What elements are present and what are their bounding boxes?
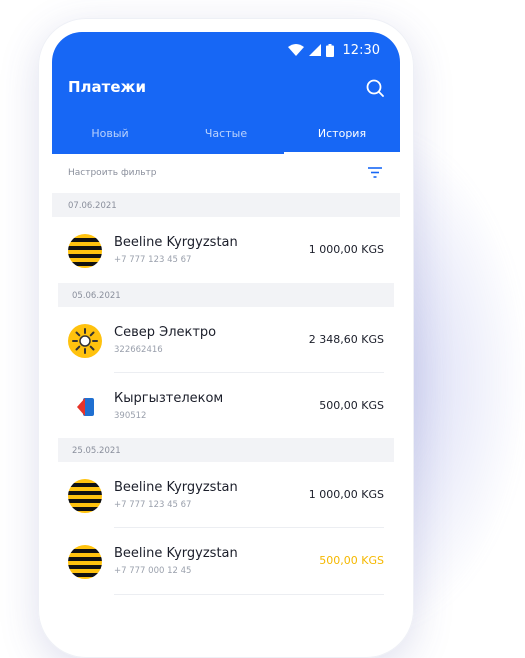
- kyrgyztelecom-logo-icon: [68, 390, 102, 424]
- tab-frequent[interactable]: Частые: [168, 124, 284, 154]
- date-label: 07.06.2021: [68, 201, 117, 211]
- wifi-icon: [287, 44, 304, 56]
- status-time: 12:30: [342, 42, 380, 58]
- payment-account: +7 777 000 12 45: [114, 566, 192, 576]
- beeline-logo-icon: [68, 234, 102, 268]
- beeline-logo-icon: [68, 479, 102, 513]
- payment-row[interactable]: Beeline Kyrgyzstan +7 777 123 45 67 1 00…: [52, 462, 400, 528]
- payment-name: Кыргызтелеком: [114, 391, 224, 406]
- date-separator: 07.06.2021: [52, 193, 400, 217]
- payment-account: 322662416: [114, 345, 163, 355]
- payment-row[interactable]: Север Электро 322662416 2 348,60 KGS: [52, 307, 400, 373]
- tab-bar: Новый Частые История: [52, 124, 400, 154]
- battery-icon: [325, 43, 334, 57]
- payment-name: Beeline Kyrgyzstan: [114, 480, 238, 495]
- date-separator: 25.05.2021: [58, 438, 394, 462]
- tab-new[interactable]: Новый: [52, 124, 168, 154]
- payment-name: Beeline Kyrgyzstan: [114, 235, 238, 250]
- cellular-signal-icon: [308, 44, 321, 56]
- payment-account: 390512: [114, 411, 147, 421]
- date-label: 25.05.2021: [72, 446, 121, 456]
- payment-account: +7 777 123 45 67: [114, 255, 192, 265]
- payment-name: Beeline Kyrgyzstan: [114, 546, 238, 561]
- phone-screen: 12:30 Платежи Новый Частые История Настр…: [52, 32, 400, 632]
- payment-amount: 1 000,00 KGS: [308, 243, 384, 256]
- row-divider: [114, 594, 384, 595]
- payment-account: +7 777 123 45 67: [114, 500, 192, 510]
- payment-amount: 500,00 KGS: [319, 399, 384, 412]
- sever-elektro-logo-icon: [68, 324, 102, 358]
- filter-row[interactable]: Настроить фильтр: [52, 154, 400, 192]
- app-header: 12:30 Платежи Новый Частые История: [52, 32, 400, 154]
- tab-history[interactable]: История: [284, 124, 400, 154]
- date-label: 05.06.2021: [72, 291, 121, 301]
- search-button[interactable]: [364, 77, 386, 99]
- payment-amount: 2 348,60 KGS: [308, 333, 384, 346]
- payment-row[interactable]: Кыргызтелеком 390512 500,00 KGS: [52, 373, 400, 439]
- payment-name: Север Электро: [114, 325, 217, 340]
- payment-row[interactable]: Beeline Kyrgyzstan +7 777 123 45 67 1 00…: [52, 217, 400, 283]
- filter-icon[interactable]: [368, 167, 382, 178]
- page-title: Платежи: [68, 78, 146, 96]
- beeline-logo-icon: [68, 545, 102, 579]
- filter-label: Настроить фильтр: [68, 168, 157, 178]
- status-bar: 12:30: [287, 41, 380, 59]
- search-icon: [366, 79, 384, 97]
- date-separator: 05.06.2021: [58, 283, 394, 307]
- payment-row[interactable]: Beeline Kyrgyzstan +7 777 000 12 45 500,…: [52, 528, 400, 594]
- payment-amount: 1 000,00 KGS: [308, 488, 384, 501]
- payment-amount-pending: 500,00 KGS: [319, 554, 384, 567]
